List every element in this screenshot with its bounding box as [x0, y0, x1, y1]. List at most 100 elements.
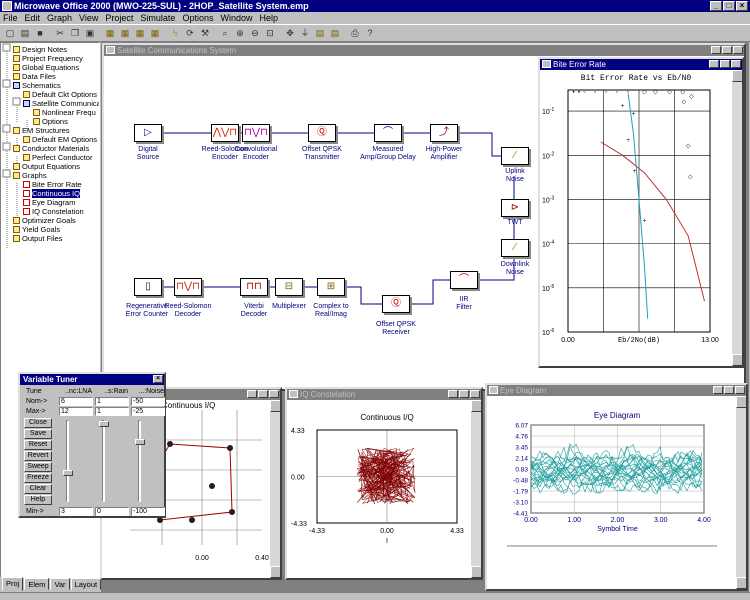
eye-diagram-graph[interactable]: Eye Diagram 6.07 4.76 3.45 2.14 0.83 -0.48 -1.7… — [487, 396, 746, 589]
maximize-button[interactable] — [722, 46, 732, 54]
maximize-button[interactable] — [459, 390, 469, 398]
menu-file[interactable]: File — [3, 13, 18, 23]
close-button[interactable] — [269, 390, 279, 398]
rain-slider-thumb[interactable] — [99, 421, 109, 427]
tree-item-nonlinear-frequ[interactable]: Nonlinear Frequ — [33, 108, 96, 117]
eye-diagram-scrollbar[interactable] — [736, 396, 746, 589]
view-all-icon[interactable]: ⊡ — [263, 26, 277, 40]
tree-item-graphs[interactable]: Graphs — [13, 171, 47, 180]
save-button[interactable]: Save — [24, 429, 52, 439]
print-icon[interactable]: ⎙ — [348, 26, 362, 40]
tree-item-perfect-conductor[interactable]: Perfect Conductor — [23, 153, 92, 162]
lna-slider-track[interactable] — [66, 420, 69, 502]
copy-icon[interactable]: ❐ — [68, 26, 82, 40]
schematic-block-2[interactable]: ⋀⋁⊓ — [211, 124, 239, 142]
port-icon[interactable]: ▤ — [313, 26, 327, 40]
menu-simulate[interactable]: Simulate — [140, 13, 175, 23]
maximize-button[interactable] — [720, 60, 730, 68]
element-icon[interactable]: ▤ — [328, 26, 342, 40]
rain-nom-field[interactable]: 1 — [95, 397, 129, 406]
zoom-area-icon[interactable]: ⌕ — [218, 26, 232, 40]
clear-button[interactable]: Clear — [24, 484, 52, 494]
help-button[interactable]: Help — [24, 495, 52, 505]
maximize-button[interactable] — [724, 386, 734, 394]
schematic-block-9[interactable]: ⁄ — [501, 239, 529, 257]
rain-slider-track[interactable] — [102, 420, 105, 502]
ber-scrollbar[interactable] — [732, 70, 742, 366]
save-icon[interactable]: ■ — [33, 26, 47, 40]
menu-window[interactable]: Window — [220, 13, 252, 23]
add-schematic-icon[interactable]: ▦ — [103, 26, 117, 40]
maximize-button[interactable] — [258, 390, 268, 398]
schematic-block-15[interactable]: ⊓⋁⊓ — [174, 278, 202, 296]
add-graph-icon[interactable]: ▦ — [133, 26, 147, 40]
schematic-block-10[interactable]: ⌒ — [450, 271, 478, 289]
schematic-block-13[interactable]: ⊟ — [275, 278, 303, 296]
schematic-block-1[interactable]: ▷ — [134, 124, 162, 142]
schematic-block-11[interactable]: Ⓠ — [382, 295, 410, 313]
tree-item-continuous-iq[interactable]: Continuous IQ — [23, 189, 80, 198]
close-button[interactable]: × — [736, 1, 748, 11]
tree-item-default-ckt-options[interactable]: Default Ckt Options — [23, 90, 97, 99]
reset-button[interactable]: Reset — [24, 440, 52, 450]
menu-options[interactable]: Options — [182, 13, 213, 23]
tree-item-default-em-options[interactable]: Default EM Options — [23, 135, 97, 144]
rain-min-field[interactable]: 0 — [95, 507, 129, 516]
tree-item-options[interactable]: Options — [33, 117, 68, 126]
minimize-button[interactable] — [713, 386, 723, 394]
maximize-button[interactable]: □ — [723, 1, 735, 11]
tree-item-output-equations[interactable]: Output Equations — [13, 162, 80, 171]
tree-item-conductor-materials[interactable]: Conductor Materials — [13, 144, 89, 153]
zoom-out-icon[interactable]: ⊖ — [248, 26, 262, 40]
menu-help[interactable]: Help — [259, 13, 278, 23]
noise-slider-thumb[interactable] — [135, 439, 145, 445]
minimize-button[interactable] — [247, 390, 257, 398]
help-icon[interactable]: ? — [363, 26, 377, 40]
schematic-block-6[interactable]: ⤴ — [430, 124, 458, 142]
lna-nom-field[interactable]: 6 — [59, 397, 93, 406]
zoom-in-icon[interactable]: ⊕ — [233, 26, 247, 40]
minimize-button[interactable]: _ — [710, 1, 722, 11]
new-icon[interactable]: ▢ — [3, 26, 17, 40]
tree-item-output-files[interactable]: Output Files — [13, 234, 62, 243]
tune-tool-icon[interactable]: ⚒ — [198, 26, 212, 40]
iq-constellation-scrollbar[interactable] — [471, 400, 481, 578]
minimize-button[interactable] — [709, 60, 719, 68]
noise-max-field[interactable]: -25 — [131, 407, 165, 416]
tuner-close-icon[interactable]: × — [153, 375, 163, 383]
tab-layout[interactable]: Layout — [70, 578, 102, 590]
tree-item-iq-constelation[interactable]: IQ Constelation — [23, 207, 84, 216]
noise-min-field[interactable]: -100 — [131, 507, 165, 516]
close-button[interactable]: Close — [24, 418, 52, 428]
schematic-block-14[interactable]: ⊓⊓ — [240, 278, 268, 296]
revert-button[interactable]: Revert — [24, 451, 52, 461]
schematic-block-16[interactable]: ▯ — [134, 278, 162, 296]
iq-constellation-graph[interactable]: Continuous I/Q 4.33 0.00 -4.33 -4.33 0.00 4.33… — [287, 400, 481, 578]
close-button[interactable] — [735, 386, 745, 394]
tree-item-em-structures[interactable]: EM Structures — [13, 126, 70, 135]
tree-item-global-equations[interactable]: Global Equations — [13, 63, 79, 72]
open-icon[interactable]: ▤ — [18, 26, 32, 40]
lna-slider-thumb[interactable] — [63, 470, 73, 476]
close-button[interactable] — [731, 60, 741, 68]
rotate-icon[interactable]: ✥ — [283, 26, 297, 40]
freeze-button[interactable]: Freeze — [24, 473, 52, 483]
menu-project[interactable]: Project — [105, 13, 133, 23]
tree-item-project-frequency[interactable]: Project Frequency — [13, 54, 83, 63]
schematic-block-3[interactable]: ⊓⋁⊓ — [242, 124, 270, 142]
schematic-block-5[interactable]: ⌒ — [374, 124, 402, 142]
minimize-button[interactable] — [448, 390, 458, 398]
lna-max-field[interactable]: 12 — [59, 407, 93, 416]
lna-min-field[interactable]: 3 — [59, 507, 93, 516]
tree-item-satellite-communicati[interactable]: Satellite Communicati — [23, 99, 99, 108]
sweep-button[interactable]: Sweep — [24, 462, 52, 472]
continuous-iq-scrollbar[interactable] — [270, 400, 280, 578]
schematic-block-4[interactable]: Ⓠ — [308, 124, 336, 142]
tree-item-design-notes[interactable]: Design Notes — [13, 45, 67, 54]
simulate-icon[interactable]: ϟ — [168, 26, 182, 40]
tree-item-data-files[interactable]: Data Files — [13, 72, 56, 81]
rain-max-field[interactable]: 1 — [95, 407, 129, 416]
menu-view[interactable]: View — [79, 13, 98, 23]
tab-proj[interactable]: Proj — [2, 577, 24, 591]
add-em-icon[interactable]: ▦ — [118, 26, 132, 40]
